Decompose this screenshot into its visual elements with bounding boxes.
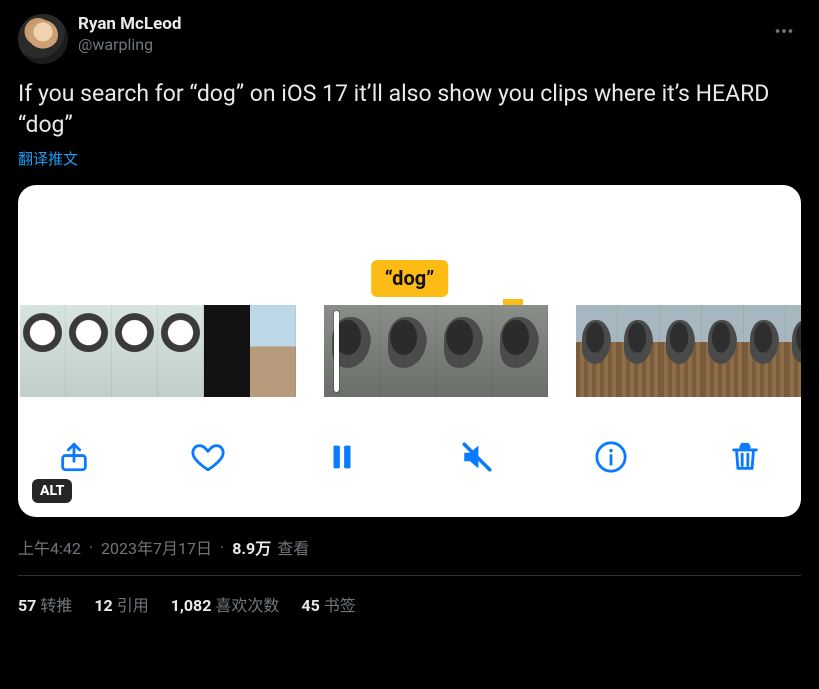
separator-dot: · [218, 538, 226, 557]
clip-group[interactable] [20, 305, 296, 397]
clip-group[interactable] [324, 305, 548, 397]
transcript-chip: “dog” [371, 260, 449, 297]
retweets-label: 转推 [40, 596, 72, 615]
clip-frame [66, 305, 112, 397]
more-icon [773, 20, 795, 42]
author-name: Ryan McLeod [78, 14, 181, 35]
clip-frame [324, 305, 380, 397]
clip-frame [786, 305, 801, 397]
clip-frame [380, 305, 436, 397]
clip-frame [660, 305, 702, 397]
clip-frame [436, 305, 492, 397]
views-label: 查看 [277, 535, 309, 559]
media-toolbar [18, 397, 801, 517]
retweets-stat[interactable]: 57转推 [18, 592, 72, 616]
views-count: 8.9万 [232, 535, 271, 559]
author-block[interactable]: Ryan McLeod @warpling [78, 14, 181, 55]
clip-frame [250, 305, 296, 397]
bookmarks-count: 45 [301, 596, 319, 615]
clip-frame [576, 305, 618, 397]
author-handle: @warpling [78, 35, 181, 55]
bookmarks-stat[interactable]: 45 书签 [301, 592, 355, 616]
timeline-strip[interactable] [18, 305, 801, 397]
heart-icon [191, 440, 225, 474]
playhead[interactable] [334, 311, 339, 392]
like-button[interactable] [186, 435, 230, 479]
clip-frame [702, 305, 744, 397]
tweet-header: Ryan McLeod @warpling [18, 14, 801, 64]
alt-badge[interactable]: ALT [32, 479, 72, 503]
clip-frame [204, 305, 250, 397]
clip-frame [744, 305, 786, 397]
quotes-label: 引用 [117, 596, 149, 615]
tweet-stats: 57转推 12 引用 1,082喜欢次数 45 书签 [18, 576, 801, 616]
likes-stat[interactable]: 1,082喜欢次数 [171, 592, 280, 616]
trash-icon [728, 440, 762, 474]
mute-icon [460, 440, 494, 474]
tweet-text: If you search for “dog” on iOS 17 it’ll … [18, 78, 801, 140]
quotes-stat[interactable]: 12 引用 [94, 592, 148, 616]
tweet-time[interactable]: 上午4:42 [18, 535, 81, 559]
retweets-count: 57 [18, 596, 36, 615]
clip-frame [618, 305, 660, 397]
info-button[interactable] [589, 435, 633, 479]
tweet-date[interactable]: 2023年7月17日 [101, 535, 212, 559]
clip-frame [20, 305, 66, 397]
share-icon [57, 440, 91, 474]
media-top: “dog” [18, 185, 801, 305]
pause-button[interactable] [320, 435, 364, 479]
likes-label: 喜欢次数 [215, 596, 279, 615]
clip-frame [492, 305, 548, 397]
avatar[interactable] [18, 14, 68, 64]
mute-button[interactable] [455, 435, 499, 479]
pause-icon [325, 440, 359, 474]
trash-button[interactable] [723, 435, 767, 479]
translate-link[interactable]: 翻译推文 [18, 148, 78, 169]
tweet: Ryan McLeod @warpling If you search for … [0, 0, 819, 624]
quotes-count: 12 [94, 596, 112, 615]
separator-dot: · [87, 538, 95, 557]
more-button[interactable] [767, 14, 801, 48]
info-icon [594, 440, 628, 474]
bookmarks-label: 书签 [324, 596, 356, 615]
tweet-meta: 上午4:42 · 2023年7月17日 · 8.9万 查看 [18, 535, 801, 559]
clip-frame [158, 305, 204, 397]
share-button[interactable] [52, 435, 96, 479]
likes-count: 1,082 [171, 596, 212, 615]
media-card[interactable]: “dog” [18, 185, 801, 517]
clip-group[interactable] [576, 305, 801, 397]
clip-frame [112, 305, 158, 397]
